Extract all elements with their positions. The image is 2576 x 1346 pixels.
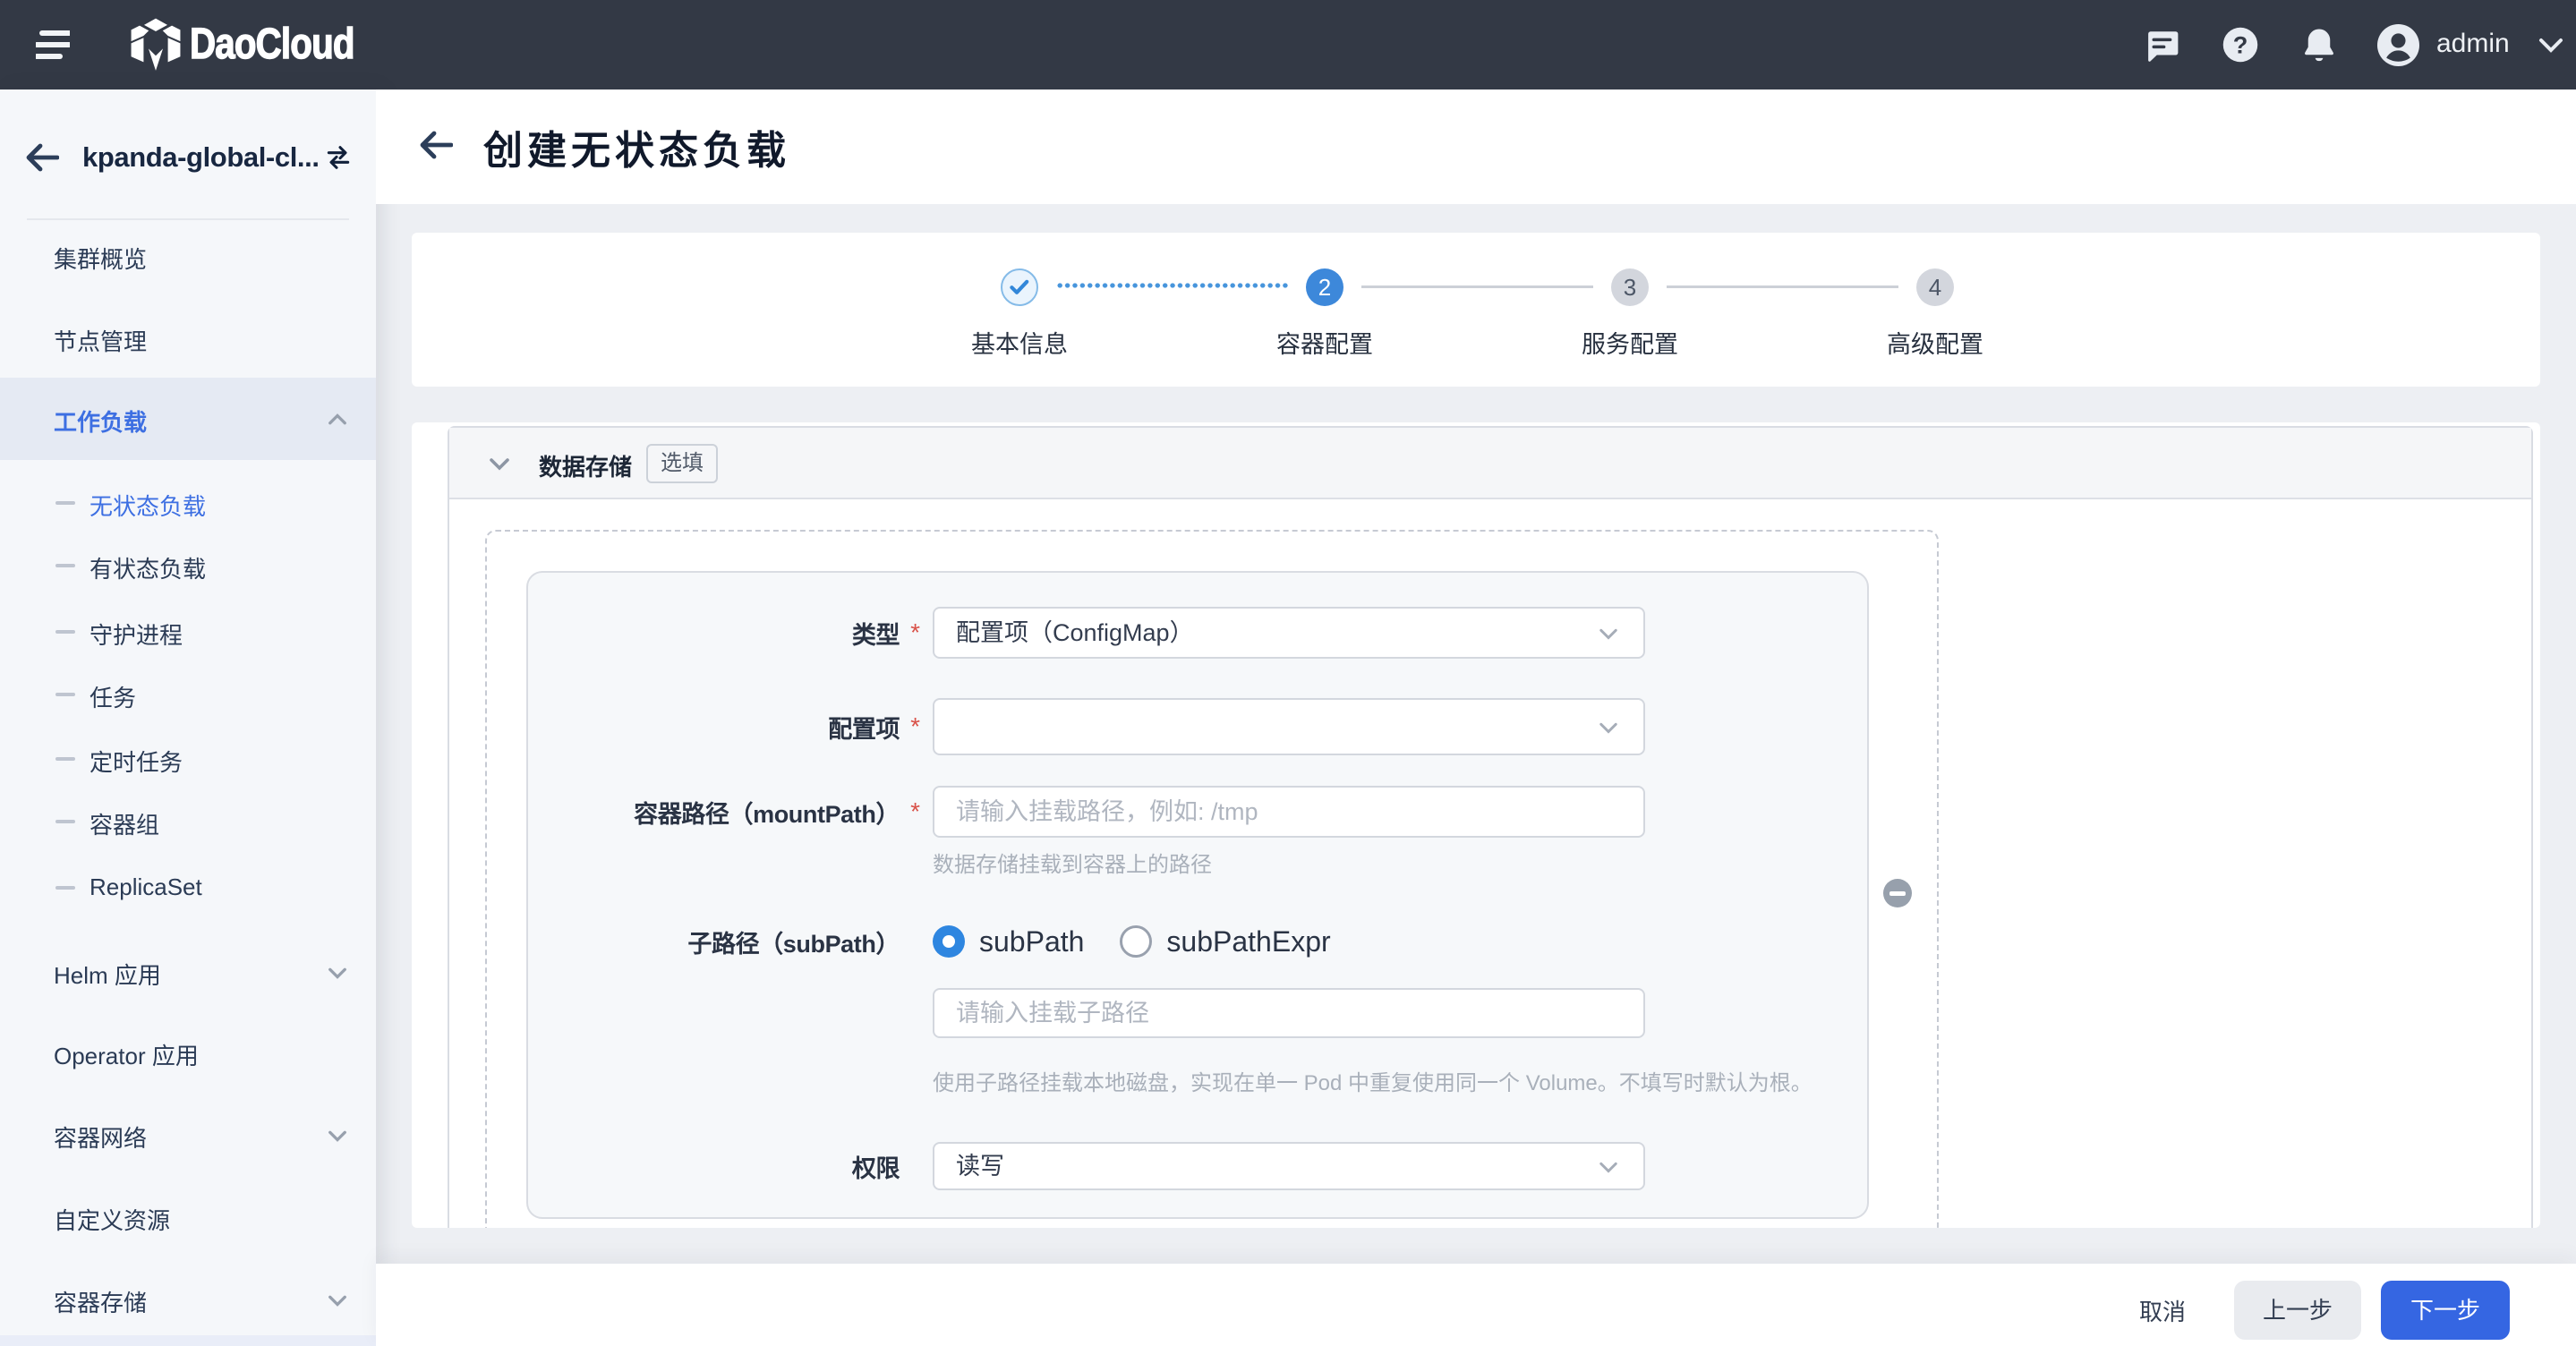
svg-text:?: ? [2233,31,2248,59]
